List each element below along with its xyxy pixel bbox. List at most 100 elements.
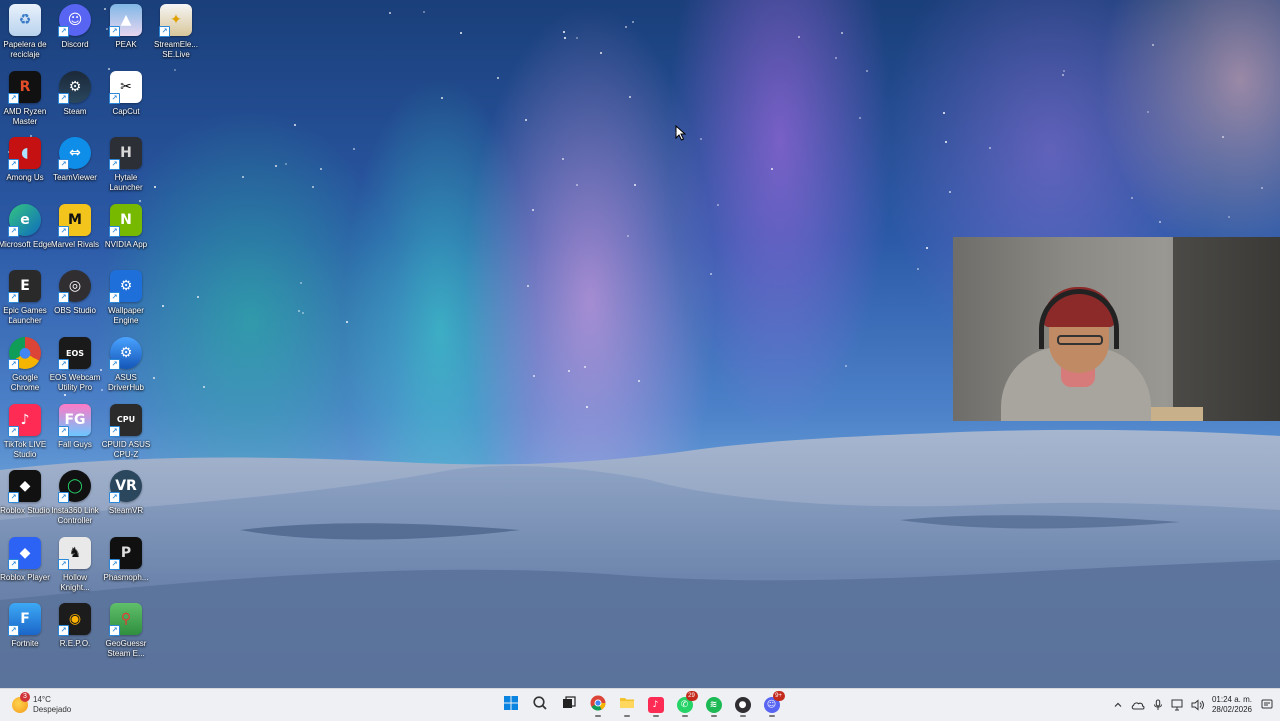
weather-badge: 3 bbox=[20, 692, 30, 702]
desktop-icon-roblox-studio[interactable]: ◆ ↗ Roblox Studio bbox=[0, 470, 50, 534]
taskbar-start-button[interactable] bbox=[498, 692, 524, 718]
microphone-icon[interactable] bbox=[1148, 695, 1168, 715]
desktop-icon-label: Marvel Rivals bbox=[50, 239, 99, 249]
marvel-rivals-icon: M ↗ bbox=[58, 203, 91, 237]
desktop-icon-asus-driverhub[interactable]: ⚙ ↗ ASUS DriverHub bbox=[101, 337, 151, 401]
desktop-icon-label: Among Us bbox=[6, 173, 44, 183]
desktop-icon-label: CPUID ASUS CPU-Z bbox=[101, 439, 151, 459]
system-clock[interactable]: 01:24 a. m. 28/02/2026 bbox=[1212, 695, 1252, 715]
desktop-icon-streamelements[interactable]: ✦ ↗ StreamEle... SE.Live bbox=[151, 4, 201, 68]
roblox-player-icon: ◆ ↗ bbox=[8, 536, 41, 570]
taskbar-chrome-button[interactable] bbox=[585, 692, 611, 718]
desktop-icon-discord[interactable]: ☺ ↗ Discord bbox=[50, 4, 100, 68]
desktop-icon-cpu-z[interactable]: CPU ↗ CPUID ASUS CPU-Z bbox=[101, 403, 151, 468]
desktop-icon-label: Microsoft Edge bbox=[0, 239, 52, 249]
desktop-icon-recycle-bin[interactable]: ♻ Papelera de reciclaje bbox=[0, 4, 50, 68]
desktop-icon-marvel-rivals[interactable]: M ↗ Marvel Rivals bbox=[50, 203, 100, 268]
desktop-icon-label: GeoGuessr Steam E... bbox=[105, 639, 147, 659]
desktop-icon-eos-webcam[interactable]: EOS ↗ EOS Webcam Utility Pro bbox=[50, 337, 100, 401]
desktop-icon-hytale[interactable]: H ↗ Hytale Launcher bbox=[101, 137, 151, 201]
teamviewer-icon: ⇔ ↗ bbox=[58, 137, 91, 171]
shortcut-arrow-icon: ↗ bbox=[8, 225, 19, 237]
taskbar-discord-button[interactable]: ☺ 9+ bbox=[759, 691, 785, 718]
geoguessr-icon: ⚲ ↗ bbox=[109, 603, 142, 637]
desktop-icon-teamviewer[interactable]: ⇔ ↗ TeamViewer bbox=[50, 137, 100, 201]
desktop-icon-obs[interactable]: ◎ ↗ OBS Studio bbox=[50, 270, 100, 334]
shortcut-arrow-icon: ↗ bbox=[109, 159, 120, 171]
desktop-icon-label: Fortnite bbox=[11, 639, 39, 649]
taskbar-tiktok-button[interactable]: ♪ bbox=[643, 692, 669, 718]
edge-icon: e ↗ bbox=[8, 203, 41, 237]
desktop-icon-label: AMD Ryzen Master bbox=[3, 106, 47, 126]
mouse-cursor-icon bbox=[675, 125, 687, 141]
shortcut-arrow-icon: ↗ bbox=[109, 92, 120, 104]
desktop-icon-hollow-knight[interactable]: ♞ ↗ Hollow Knight... bbox=[50, 536, 100, 601]
desktop-icon-nvidia[interactable]: N ↗ NVIDIA App bbox=[101, 203, 151, 268]
obs-icon: ◎ ↗ bbox=[58, 270, 91, 304]
desktop-icon-tiktok[interactable]: ♪ ↗ TikTok LIVE Studio bbox=[0, 403, 50, 468]
notification-icon[interactable] bbox=[1258, 696, 1276, 714]
desktop-icon-epic-games[interactable]: E ↗ Epic Games Launcher bbox=[0, 270, 50, 334]
desktop-icon-peak-game[interactable]: ▲ ↗ PEAK bbox=[101, 4, 151, 68]
task-view-icon bbox=[561, 695, 577, 716]
taskbar-obs-button[interactable]: ● bbox=[730, 692, 756, 718]
desktop-icon-label: Hytale Launcher bbox=[109, 173, 143, 193]
desktop-icon-label: TikTok LIVE Studio bbox=[3, 439, 47, 459]
hollow-knight-icon: ♞ ↗ bbox=[58, 536, 91, 570]
desktop-icon-label: R.E.P.O. bbox=[59, 639, 91, 649]
network-icon[interactable] bbox=[1168, 695, 1188, 715]
taskbar-task-view-button[interactable] bbox=[556, 692, 582, 718]
roblox-studio-icon: ◆ ↗ bbox=[8, 470, 41, 504]
shortcut-arrow-icon: ↗ bbox=[159, 26, 170, 37]
taskbar-file-explorer-button[interactable] bbox=[614, 692, 640, 718]
desktop-icon-fall-guys[interactable]: FG ↗ Fall Guys bbox=[50, 403, 100, 468]
wallpaper-engine-icon: ⚙ ↗ bbox=[109, 270, 142, 304]
weather-widget[interactable]: 3 14°C Despejado bbox=[12, 692, 71, 718]
desktop-icon-edge[interactable]: e ↗ Microsoft Edge bbox=[0, 203, 52, 268]
chevron-up-icon[interactable] bbox=[1108, 695, 1128, 715]
desktop-icon-insta360[interactable]: ◯ ↗ Insta360 Link Controller bbox=[50, 470, 100, 534]
taskbar-search-button[interactable] bbox=[527, 692, 553, 718]
desktop-icon-capcut[interactable]: ✂ ↗ CapCut bbox=[101, 70, 151, 135]
taskbar-spotify-button[interactable]: ≋ bbox=[701, 692, 727, 718]
desktop-icon-geoguessr[interactable]: ⚲ ↗ GeoGuessr Steam E... bbox=[101, 603, 151, 667]
weather-temperature: 14°C bbox=[33, 695, 51, 704]
desktop-icon-label: Papelera de reciclaje bbox=[3, 40, 47, 59]
shortcut-arrow-icon: ↗ bbox=[109, 425, 120, 437]
fortnite-icon: F ↗ bbox=[8, 603, 41, 637]
desktop-icon-label: Steam bbox=[63, 106, 87, 116]
volume-icon[interactable] bbox=[1188, 695, 1208, 715]
desktop-icon-label: EOS Webcam Utility Pro bbox=[49, 373, 101, 392]
shortcut-arrow-icon: ↗ bbox=[58, 225, 69, 237]
desktop-icon-among-us[interactable]: ◖ ↗ Among Us bbox=[0, 137, 50, 201]
search-icon bbox=[532, 695, 548, 716]
recycle-bin-icon: ♻ bbox=[9, 4, 41, 36]
desktop-icon-amd-ryzen[interactable]: R ↗ AMD Ryzen Master bbox=[0, 70, 50, 135]
shortcut-arrow-icon: ↗ bbox=[58, 425, 69, 437]
taskbar-whatsapp-button[interactable]: ✆ 29 bbox=[672, 691, 698, 718]
desktop-icon-label: SteamVR bbox=[108, 506, 144, 516]
shortcut-arrow-icon: ↗ bbox=[58, 492, 69, 504]
desktop-icon-phasmophobia[interactable]: P ↗ Phasmoph... bbox=[101, 536, 151, 601]
onedrive-icon[interactable] bbox=[1128, 695, 1148, 715]
desktop-icon-repo-game[interactable]: ◉ ↗ R.E.P.O. bbox=[50, 603, 100, 667]
eos-webcam-icon: EOS ↗ bbox=[58, 337, 91, 370]
chrome-icon: ● ↗ bbox=[8, 337, 41, 370]
desktop-icon-fortnite[interactable]: F ↗ Fortnite bbox=[0, 603, 50, 667]
desktop-icon-steam[interactable]: ⚙ ↗ Steam bbox=[50, 70, 100, 135]
clock-date: 28/02/2026 bbox=[1211, 705, 1252, 714]
desktop-icon-roblox-player[interactable]: ◆ ↗ Roblox Player bbox=[0, 536, 50, 601]
folder-icon bbox=[619, 695, 635, 716]
desktop-icon-label: Insta360 Link Controller bbox=[51, 506, 99, 526]
desktop-icon-chrome[interactable]: ● ↗ Google Chrome bbox=[0, 337, 50, 401]
shortcut-arrow-icon: ↗ bbox=[109, 292, 120, 304]
desktop-icon-wallpaper-engine[interactable]: ⚙ ↗ Wallpaper Engine bbox=[101, 270, 151, 334]
webcam-background-door bbox=[1173, 237, 1280, 421]
weather-sun-icon: 3 bbox=[12, 692, 30, 713]
asus-driverhub-icon: ⚙ ↗ bbox=[109, 337, 142, 370]
chrome-icon bbox=[590, 695, 606, 716]
shortcut-arrow-icon: ↗ bbox=[109, 225, 120, 237]
desktop-icon-steamvr[interactable]: VR ↗ SteamVR bbox=[101, 470, 151, 534]
desktop-icon-label: Roblox Player bbox=[0, 572, 50, 582]
desktop-icon-label: Discord bbox=[61, 40, 89, 49]
